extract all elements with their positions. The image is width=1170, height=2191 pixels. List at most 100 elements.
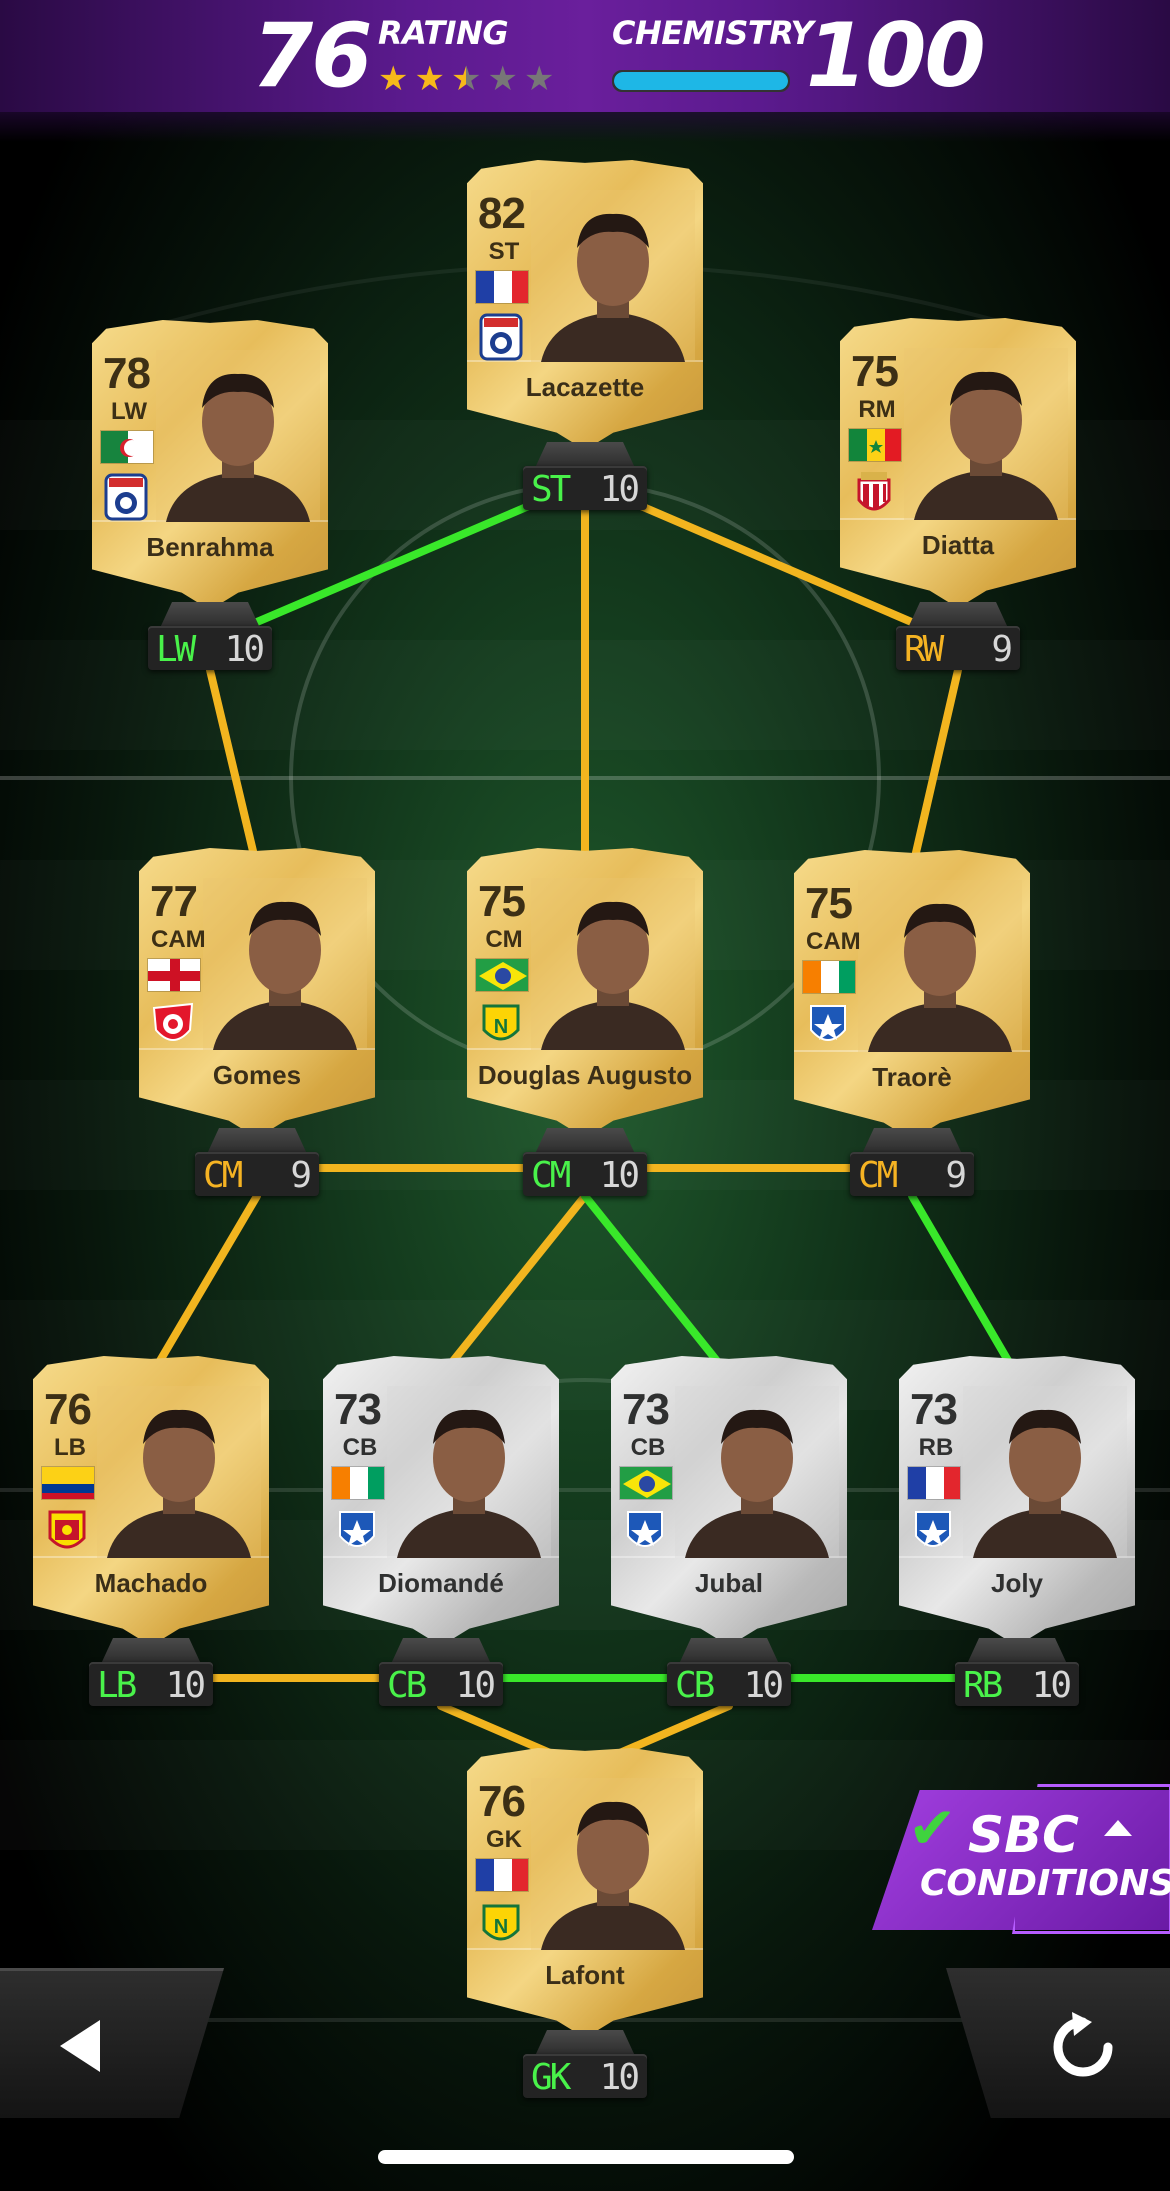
position-slot-benrahma[interactable]: LW 10 [148, 602, 272, 670]
lille-crest [150, 1000, 196, 1050]
slot-chemistry-value: 10 [743, 1665, 784, 1706]
player-rating: 78 [103, 349, 151, 398]
back-arrow-icon [60, 2020, 100, 2072]
player-name: Gomes [212, 1060, 302, 1090]
chemistry-link-gomes-machado [147, 1192, 261, 1380]
slot-chemistry-value: 10 [1031, 1665, 1072, 1706]
player-position: GK [486, 1826, 522, 1853]
slot-chemistry-value: 10 [599, 469, 640, 510]
player-photo [675, 1386, 839, 1558]
player-position: LW [111, 398, 147, 425]
lens-crest [44, 1508, 90, 1558]
sbc-conditions-button[interactable]: ✔ SBC CONDITIONS [872, 1784, 1170, 1934]
slot-pedestal [679, 1638, 779, 1664]
player-card-jubal[interactable]: 73 CB Jubal [611, 1356, 847, 1646]
france-flag [475, 270, 529, 304]
position-slot-jubal[interactable]: CB 10 [667, 1638, 791, 1706]
player-photo [203, 878, 367, 1050]
chemistry-value: 100 [806, 4, 986, 107]
player-card-gomes[interactable]: 77 CAM Gomes [139, 848, 375, 1138]
player-card-diatta[interactable]: 75 RM Diatta [840, 318, 1076, 608]
position-slot-diomande[interactable]: CB 10 [379, 1638, 503, 1706]
slot-chemistry-value: 10 [455, 1665, 496, 1706]
home-indicator [378, 2150, 794, 2164]
player-rating: 76 [478, 1777, 526, 1826]
player-photo [531, 878, 695, 1050]
france-flag [907, 1466, 961, 1500]
chemistry-label: CHEMISTRY [612, 14, 814, 52]
player-card-benrahma[interactable]: 78 LW Benrahma [92, 320, 328, 610]
slot-position-label: CB [387, 1665, 427, 1706]
slot-position-label: CM [203, 1155, 243, 1196]
star-icon: ★ [450, 59, 482, 99]
position-slot-diatta[interactable]: RW 9 [896, 602, 1020, 670]
lyon-crest [478, 312, 524, 362]
player-photo [387, 1386, 551, 1558]
slot-position-label: RB [963, 1665, 1003, 1706]
rating-label: RATING [378, 14, 509, 52]
player-card-machado[interactable]: 76 LB Machado [33, 1356, 269, 1646]
chemistry-progress-fill [614, 72, 788, 90]
player-card-joly[interactable]: 73 RB Joly [899, 1356, 1135, 1646]
svg-text:N: N [494, 1916, 508, 1938]
slot-position-label: LW [156, 629, 196, 670]
player-name: Lafont [545, 1960, 625, 1990]
player-position: RB [918, 1434, 954, 1461]
slot-pedestal [862, 1128, 962, 1154]
player-card-lacazette[interactable]: 82 ST Lacazette [467, 160, 703, 450]
player-rating: 75 [478, 877, 526, 926]
star-icon: ★ [487, 59, 518, 99]
squad-header: 76 RATING ★ ★ ★ ★ ★ CHEMISTRY 100 [0, 0, 1170, 142]
brazil-flag [475, 958, 529, 992]
auxerre-crest [805, 1002, 851, 1052]
position-slot-lacazette[interactable]: ST 10 [523, 442, 647, 510]
slot-chemistry-value: 10 [599, 1155, 640, 1196]
player-name: Diomandé [378, 1568, 504, 1598]
player-position: ST [488, 238, 520, 265]
player-name: Diatta [921, 530, 995, 560]
position-slot-machado[interactable]: LB 10 [89, 1638, 213, 1706]
auxerre-crest [910, 1508, 956, 1558]
check-icon: ✔ [908, 1794, 957, 1862]
player-position: CM [485, 926, 523, 953]
france-flag [475, 1858, 529, 1892]
player-rating: 73 [622, 1385, 670, 1434]
slot-pedestal [967, 1638, 1067, 1664]
player-card-traore[interactable]: 75 CAM Traorè [794, 850, 1030, 1140]
player-photo [156, 350, 320, 522]
rating-stars: ★ ★ ★ ★ ★ [378, 62, 554, 96]
slot-position-label: LB [97, 1665, 137, 1706]
colombia-flag [41, 1466, 95, 1500]
position-slot-lafont[interactable]: GK 10 [523, 2030, 647, 2098]
player-photo [858, 880, 1022, 1052]
slot-chemistry-value: 10 [224, 629, 265, 670]
position-slot-traore[interactable]: CM 9 [850, 1128, 974, 1196]
player-rating: 75 [851, 347, 899, 396]
player-photo [531, 190, 695, 362]
slot-pedestal [207, 1128, 307, 1154]
svg-text:N: N [494, 1016, 508, 1038]
slot-position-label: CM [858, 1155, 898, 1196]
player-card-lafont[interactable]: 76 GK N Lafont [467, 1748, 703, 2038]
position-slot-gomes[interactable]: CM 9 [195, 1128, 319, 1196]
chemistry-link-augusto-jubal [581, 1192, 733, 1380]
slot-chemistry-value: 9 [945, 1155, 967, 1196]
star-icon: ★ [414, 59, 445, 99]
player-card-augusto[interactable]: 75 CM N Douglas Augusto [467, 848, 703, 1138]
player-card-diomande[interactable]: 73 CB Diomandé [323, 1356, 559, 1646]
caret-up-icon [1104, 1820, 1132, 1836]
position-slot-augusto[interactable]: CM 10 [523, 1128, 647, 1196]
slot-position-label: CB [675, 1665, 715, 1706]
slot-position-label: GK [531, 2057, 571, 2098]
position-slot-joly[interactable]: RB 10 [955, 1638, 1079, 1706]
star-icon: ★ [378, 59, 409, 99]
player-rating: 82 [478, 189, 526, 238]
lyon-crest [103, 472, 149, 522]
player-name: Traorè [872, 1062, 952, 1092]
player-name: Lacazette [525, 372, 645, 402]
player-name: Machado [94, 1568, 208, 1598]
sbc-title: SBC [968, 1806, 1079, 1864]
player-rating: 75 [805, 879, 853, 928]
player-position: CB [342, 1434, 378, 1461]
slot-pedestal [535, 442, 635, 468]
